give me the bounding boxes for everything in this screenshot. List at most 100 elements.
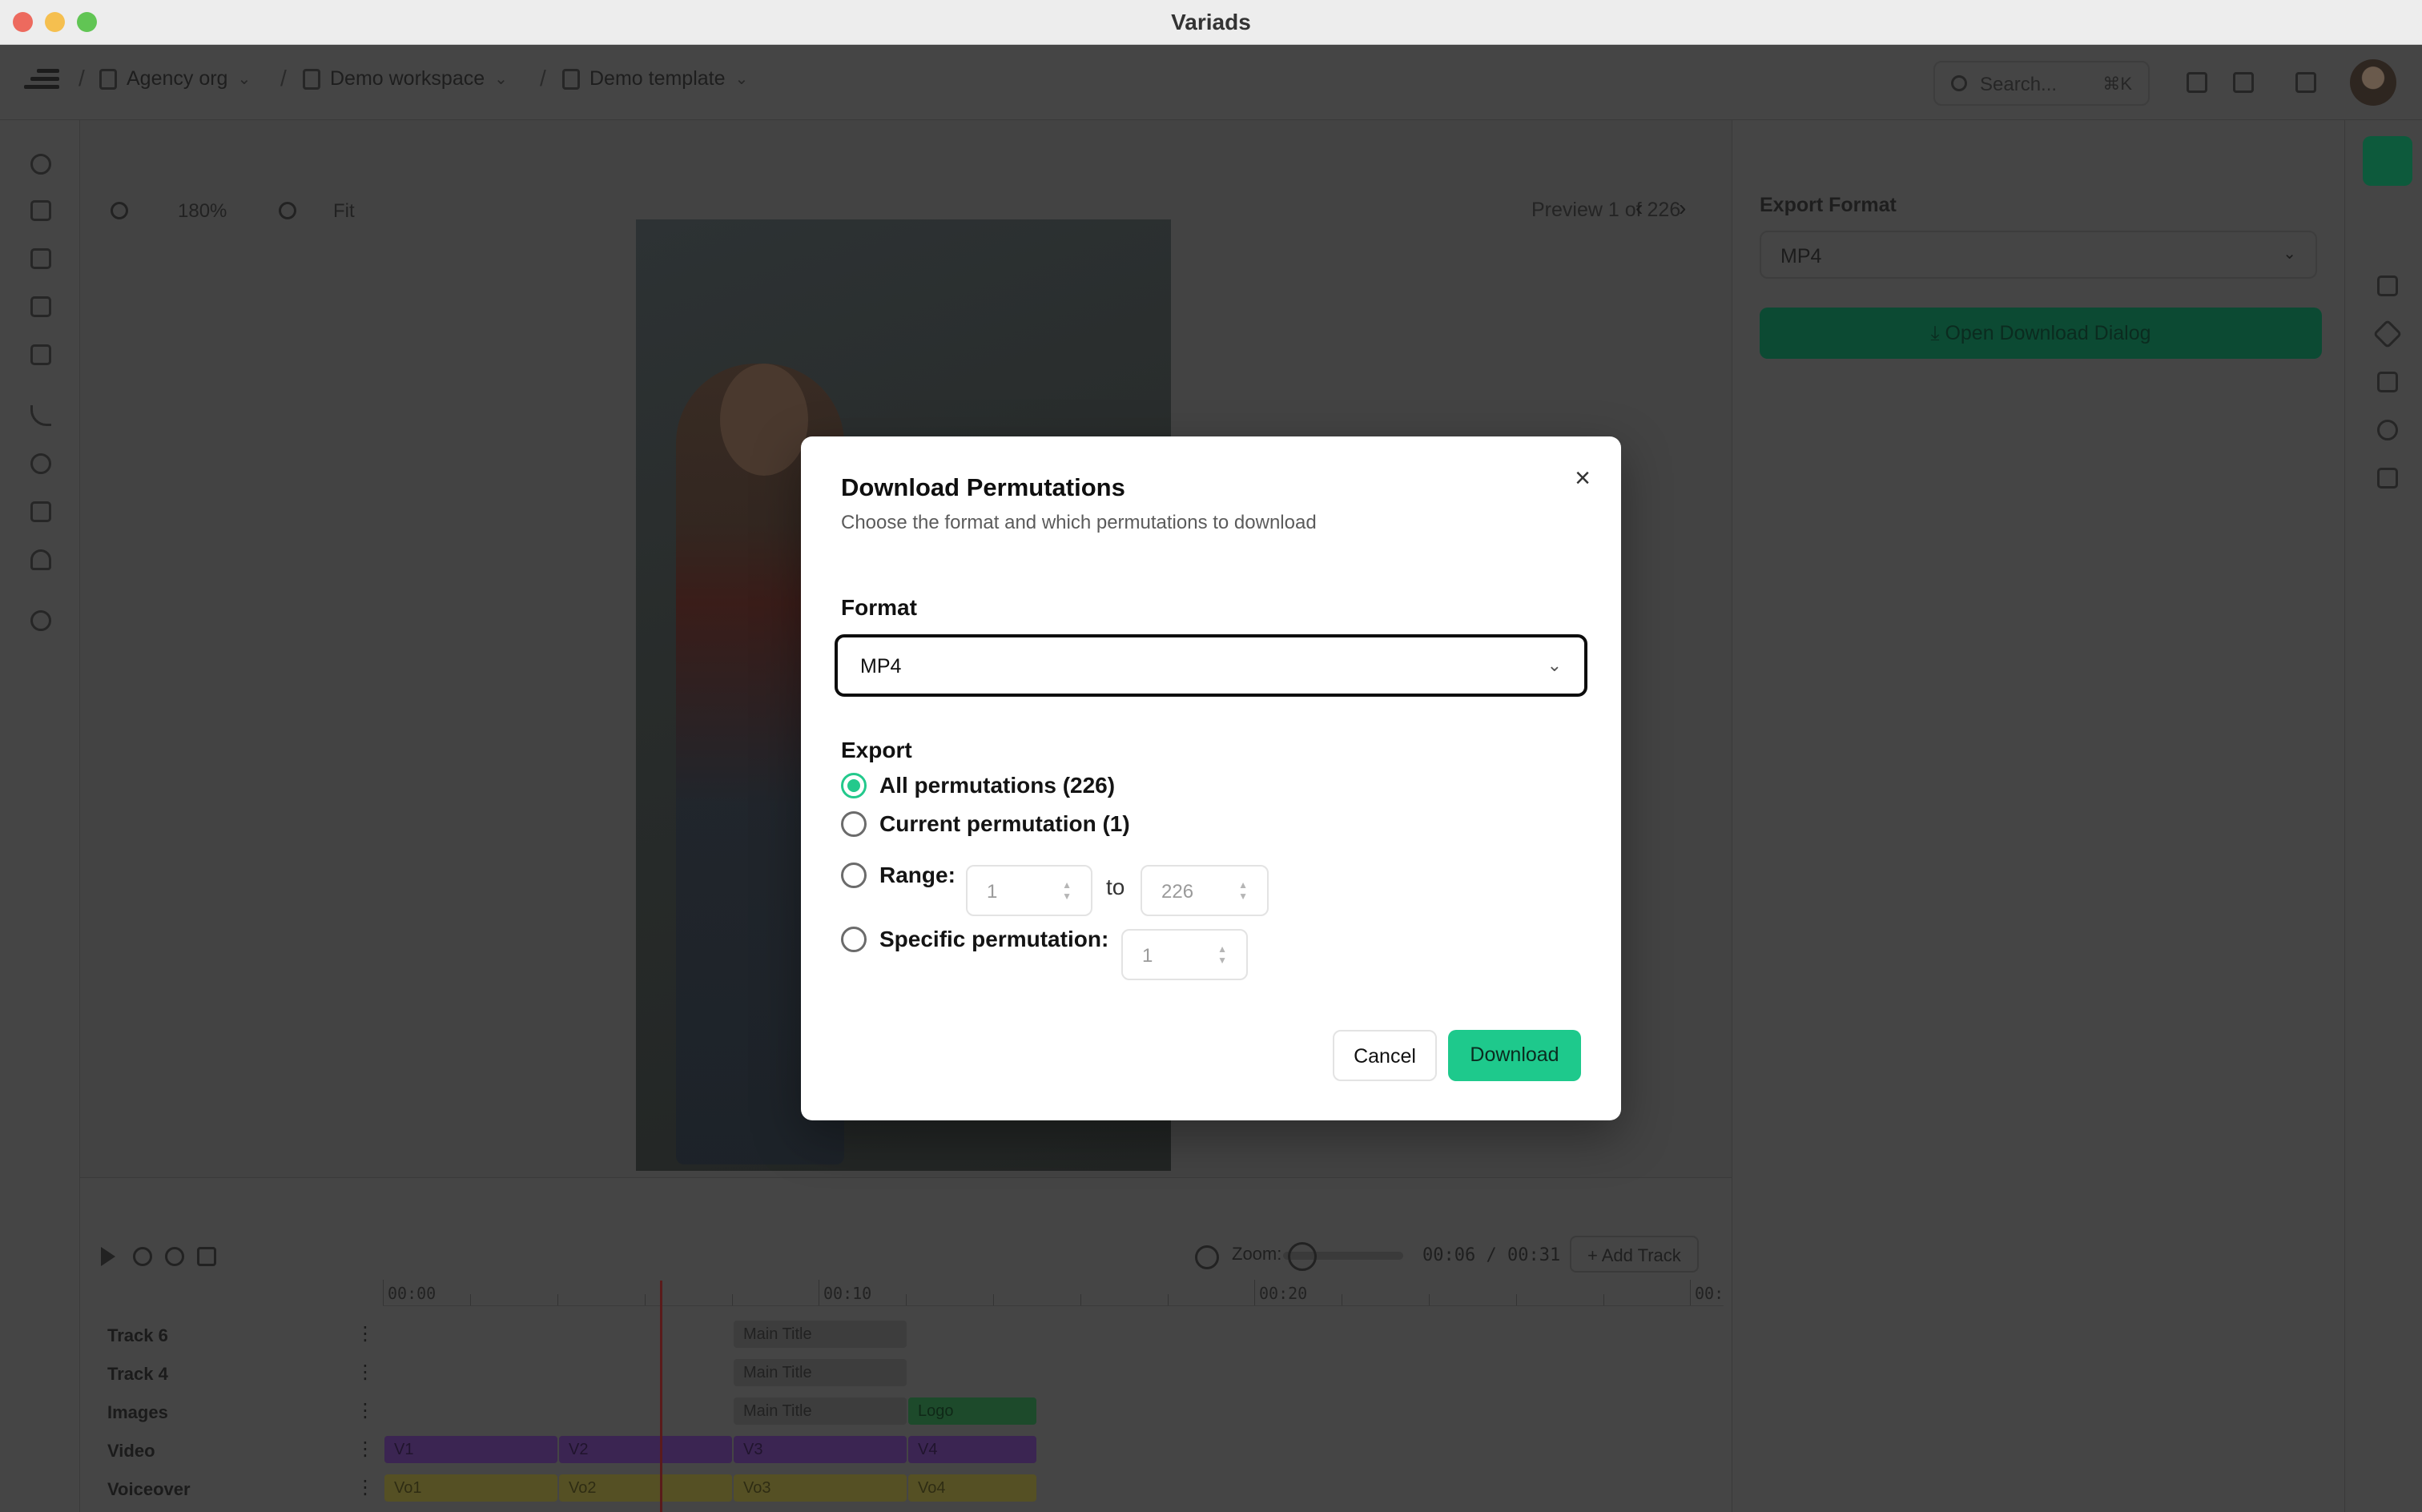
ruler-tick: [1603, 1294, 1604, 1305]
add-track-button[interactable]: + Add Track: [1570, 1236, 1699, 1273]
dialog-title: Download Permutations: [841, 473, 1125, 501]
toggle-sidebar-icon[interactable]: [2187, 72, 2207, 93]
gear-icon[interactable]: [30, 610, 51, 631]
track-clip[interactable]: V1: [384, 1436, 557, 1463]
track-clip[interactable]: Vo1: [384, 1474, 557, 1502]
search-input[interactable]: Search... ⌘K: [1933, 61, 2150, 106]
option-all-permutations[interactable]: All permutations (226): [841, 773, 1115, 798]
ruler-tick: [1080, 1294, 1081, 1305]
app-logo-icon[interactable]: [24, 69, 59, 94]
time-readout: 00:06 / 00:31: [1422, 1245, 1561, 1265]
snap-icon[interactable]: [1195, 1245, 1219, 1269]
breadcrumb-template[interactable]: Demo template ⌄: [562, 67, 748, 90]
track-clip[interactable]: V3: [734, 1436, 907, 1463]
avatar[interactable]: [2350, 59, 2396, 106]
track-menu-icon[interactable]: ⋮: [356, 1438, 375, 1461]
track-menu-icon[interactable]: ⋮: [356, 1322, 375, 1345]
volume-icon[interactable]: [197, 1247, 216, 1266]
track-name[interactable]: Video: [107, 1441, 155, 1462]
range-to-input[interactable]: 226 ▲ ▼: [1141, 865, 1269, 916]
folder-video-icon[interactable]: [30, 296, 51, 317]
track-name[interactable]: Track 4: [107, 1364, 168, 1385]
radio-all[interactable]: [841, 773, 867, 798]
image-icon[interactable]: [30, 344, 51, 365]
breadcrumb-workspace[interactable]: Demo workspace ⌄: [303, 67, 508, 90]
stepper-icon[interactable]: ▲ ▼: [1238, 879, 1248, 902]
breadcrumb-org[interactable]: Agency org ⌄: [99, 67, 251, 90]
close-icon[interactable]: ×: [1567, 462, 1599, 494]
track-menu-icon[interactable]: ⋮: [356, 1476, 375, 1499]
specific-permutation-input[interactable]: 1 ▲ ▼: [1121, 929, 1248, 980]
track-clip[interactable]: Vo3: [734, 1474, 907, 1502]
radio-range[interactable]: [841, 863, 867, 888]
document-icon[interactable]: [2377, 275, 2398, 296]
undo-icon[interactable]: [133, 1247, 152, 1266]
zoom-in-icon[interactable]: [279, 202, 296, 219]
format-select[interactable]: MP4 ⌄: [835, 634, 1587, 697]
next-preview-button[interactable]: ›: [1679, 195, 1686, 221]
track-clip[interactable]: V2: [559, 1436, 732, 1463]
layout-icon[interactable]: [2233, 72, 2254, 93]
radio-specific[interactable]: [841, 927, 867, 952]
ruler-label: 00:: [1695, 1284, 1724, 1303]
option-range[interactable]: Range:: [841, 863, 956, 888]
fit-button[interactable]: Fit: [333, 200, 355, 223]
ruler-label: 00:00: [388, 1284, 437, 1303]
chat-icon[interactable]: [2295, 72, 2316, 93]
track-clip[interactable]: V4: [908, 1436, 1036, 1463]
export-format-select[interactable]: MP4 ⌄: [1760, 231, 2317, 279]
playhead[interactable]: [660, 1281, 662, 1512]
rss-icon[interactable]: [30, 405, 51, 426]
breadcrumb-separator: /: [540, 66, 546, 90]
option-range-label: Range:: [879, 863, 956, 887]
timeline: Zoom: 00:06 / 00:31 + Add Track 00:00 00…: [80, 1177, 1732, 1512]
track-name[interactable]: Track 6: [107, 1325, 168, 1346]
grid-icon[interactable]: [30, 200, 51, 221]
download-button[interactable]: Download: [1448, 1030, 1581, 1081]
track-clip[interactable]: Logo: [908, 1397, 1036, 1425]
zoom-out-icon[interactable]: [111, 202, 128, 219]
ruler-tick: [557, 1294, 558, 1305]
ruler-tick: [383, 1280, 384, 1305]
inbox-icon[interactable]: [30, 501, 51, 522]
ruler-tick: [470, 1294, 471, 1305]
range-from-input[interactable]: 1 ▲ ▼: [966, 865, 1092, 916]
track-name[interactable]: Voiceover: [107, 1479, 191, 1500]
settings-icon[interactable]: [2377, 420, 2398, 440]
broadcast-icon[interactable]: [30, 453, 51, 474]
track-row: Track 6 ⋮ Main Title: [80, 1316, 1732, 1354]
stepper-icon[interactable]: ▲ ▼: [1217, 943, 1227, 966]
option-current-permutation[interactable]: Current permutation (1): [841, 811, 1130, 837]
track-menu-icon[interactable]: ⋮: [356, 1399, 375, 1422]
folder-icon[interactable]: [2377, 372, 2398, 392]
breadcrumb-separator: /: [280, 66, 287, 90]
users-icon[interactable]: [30, 549, 51, 570]
chevron-down-icon: ⌄: [734, 70, 749, 88]
range-to-label: to: [1106, 875, 1125, 899]
radio-current[interactable]: [841, 811, 867, 837]
file-download-icon[interactable]: [2377, 468, 2398, 489]
stepper-icon[interactable]: ▲ ▼: [1062, 879, 1072, 902]
track-clip[interactable]: Main Title: [734, 1321, 907, 1348]
track-clip[interactable]: Vo2: [559, 1474, 732, 1502]
track-clip[interactable]: Vo4: [908, 1474, 1036, 1502]
window-titlebar: Variads: [0, 0, 2422, 45]
brush-icon[interactable]: [2372, 319, 2403, 349]
building-icon: [99, 68, 117, 90]
track-clip[interactable]: Main Title: [734, 1397, 907, 1425]
open-download-dialog-button[interactable]: ⤓ Open Download Dialog: [1760, 308, 2322, 359]
redo-icon[interactable]: [165, 1247, 184, 1266]
track-clip[interactable]: Main Title: [734, 1359, 907, 1386]
track-name[interactable]: Images: [107, 1402, 168, 1423]
option-specific-permutation[interactable]: Specific permutation:: [841, 927, 1108, 952]
timeline-zoom-knob[interactable]: [1288, 1242, 1317, 1271]
track-menu-icon[interactable]: ⋮: [356, 1361, 375, 1384]
sparkle-icon[interactable]: [30, 154, 51, 175]
cancel-button[interactable]: Cancel: [1333, 1030, 1437, 1081]
download-permutations-dialog: Download Permutations Choose the format …: [801, 436, 1621, 1120]
export-tab-icon[interactable]: [2363, 136, 2412, 186]
ruler-tick: [1516, 1294, 1517, 1305]
template-icon[interactable]: [30, 248, 51, 269]
prev-preview-button[interactable]: ‹: [1635, 195, 1643, 221]
play-icon[interactable]: [101, 1247, 120, 1266]
